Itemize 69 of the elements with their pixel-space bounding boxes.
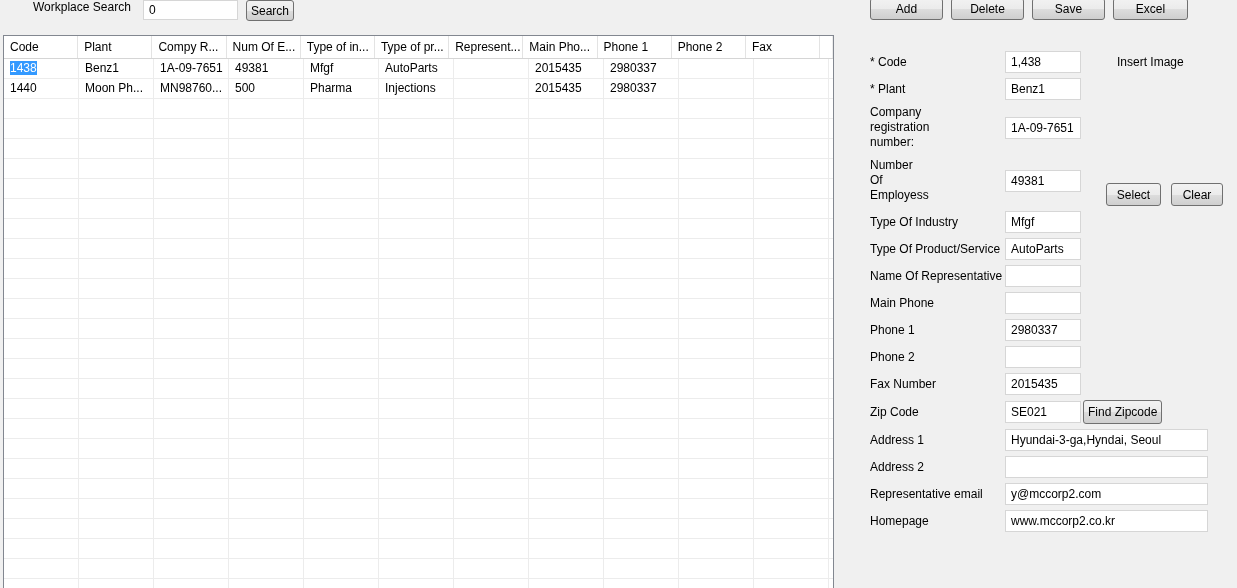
field-label: Zip Code	[870, 404, 920, 420]
field-label: Phone 1	[870, 322, 916, 338]
field-label: Phone 2	[870, 349, 916, 365]
table-cell: 1A-09-7651	[160, 61, 223, 75]
table-cell: AutoParts	[385, 61, 438, 75]
column-header[interactable]: Code	[4, 36, 79, 58]
field-label: Address 1	[870, 432, 926, 448]
toolbar-button[interactable]: Add	[870, 0, 943, 20]
table-cell: 2980337	[610, 81, 657, 95]
field-label: Fax Number	[870, 376, 938, 392]
input-field[interactable]: 2980337	[1005, 319, 1081, 341]
table-cell: 2015435	[535, 81, 582, 95]
input-field[interactable]: 2015435	[1005, 373, 1081, 395]
input-field[interactable]: 1A-09-7651	[1005, 116, 1081, 139]
input-field[interactable]	[1005, 265, 1081, 287]
input-field[interactable]: www.mccorp2.co.kr	[1005, 510, 1208, 532]
table-cell: 49381	[235, 61, 269, 75]
column-header[interactable]: Main Pho...	[523, 36, 598, 58]
field-label: * Plant	[870, 81, 907, 97]
field-label: Main Phone	[870, 295, 936, 311]
field-label: Type Of Product/Service	[870, 241, 1002, 257]
table-cell: 500	[235, 81, 256, 95]
table-cell: Mfgf	[310, 61, 334, 75]
field-label: Company registration number:	[870, 105, 931, 150]
column-header[interactable]: Type of in...	[300, 36, 375, 58]
toolbar-button[interactable]: Save	[1032, 0, 1105, 20]
search-button[interactable]: Search	[246, 0, 295, 21]
search-field[interactable]: 0	[143, 0, 238, 20]
field-label: Type Of Industry	[870, 214, 960, 230]
toolbar-button[interactable]: Excel	[1113, 0, 1188, 20]
column-header[interactable]: Num Of E...	[226, 36, 301, 58]
input-field[interactable]: AutoParts	[1005, 238, 1081, 260]
input-field[interactable]: 1,438	[1005, 51, 1081, 73]
column-header[interactable]: Fax	[745, 36, 821, 58]
table-cell[interactable]: 1440	[10, 81, 37, 95]
input-field[interactable]	[1005, 456, 1208, 478]
field-label: Name Of Representative	[870, 268, 1004, 284]
input-field[interactable]: Mfgf	[1005, 211, 1081, 233]
column-header[interactable]: Compy R...	[152, 36, 227, 58]
column-header[interactable]: Plant	[78, 36, 153, 58]
input-field[interactable]: Hyundai-3-ga,Hyndai, Seoul	[1005, 429, 1208, 451]
input-field[interactable]: SE021	[1005, 401, 1081, 423]
image-button[interactable]: Clear	[1171, 183, 1223, 206]
table-cell: Benz1	[85, 61, 120, 75]
find-zipcode-button[interactable]: Find Zipcode	[1083, 400, 1163, 424]
input-field[interactable]: 49381	[1005, 169, 1081, 192]
field-label: Homepage	[870, 513, 930, 529]
table-cell: 2015435	[535, 61, 582, 75]
column-header[interactable]: Phone 2	[671, 36, 746, 58]
image-button[interactable]: Select	[1106, 183, 1161, 206]
table-cell: Injections	[385, 81, 436, 95]
toolbar-button[interactable]: Delete	[951, 0, 1024, 20]
field-label: Representative email	[870, 486, 984, 502]
column-header[interactable]: Represent...	[449, 36, 524, 58]
field-label: Number Of Employess	[870, 158, 930, 203]
input-field[interactable]: Benz1	[1005, 78, 1081, 100]
table-cell: Moon Ph...	[85, 81, 144, 95]
input-field[interactable]	[1005, 346, 1081, 368]
insert-image-label: Insert Image	[1117, 55, 1185, 69]
column-header[interactable]: Type of pr...	[374, 36, 450, 58]
field-label: Address 2	[870, 459, 926, 475]
search-label: Workplace Search	[33, 0, 132, 14]
field-label: * Code	[870, 54, 908, 70]
column-header[interactable]: Phone 1	[597, 36, 672, 58]
table-cell: MN98760...	[160, 81, 223, 95]
table-cell: 2980337	[610, 61, 657, 75]
table-cell: Pharma	[310, 81, 353, 95]
input-field[interactable]	[1005, 292, 1081, 314]
input-field[interactable]: y@mccorp2.com	[1005, 483, 1208, 505]
